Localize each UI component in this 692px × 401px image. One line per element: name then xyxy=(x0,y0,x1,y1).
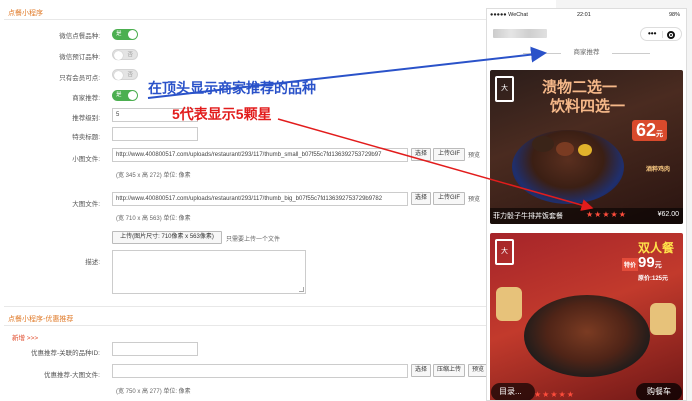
promo-line-2: 饮料四选一 xyxy=(550,98,626,115)
annotation-blue-text: 在顶头显示商家推荐的品种 xyxy=(148,80,316,96)
promo-large-image-label: 优惠推荐-大图文件: xyxy=(44,372,100,379)
price-tag-label: 特价 xyxy=(622,258,639,271)
price-badge-value: 62 xyxy=(636,120,657,140)
description-label: 描述: xyxy=(85,259,100,266)
toggle-state-text: 是 xyxy=(116,92,122,98)
toggle-knob xyxy=(128,30,137,39)
food-item-image xyxy=(532,136,554,152)
merchant-recommend-toggle[interactable]: 是 xyxy=(112,90,138,101)
large-image-url-input[interactable]: http://www.400800517.com/uploads/restaur… xyxy=(112,192,408,206)
promo-price-value: 99 xyxy=(638,254,655,271)
drink-image xyxy=(496,287,522,321)
more-icon[interactable]: ••• xyxy=(648,30,656,38)
members-only-label: 只有会员可点: xyxy=(59,75,100,82)
members-only-toggle[interactable]: 否 xyxy=(112,69,138,80)
promo-price-unit: 元 xyxy=(654,262,662,269)
section-divider xyxy=(4,19,546,20)
blurred-store-title xyxy=(493,29,547,38)
drink-image xyxy=(650,303,676,335)
admin-form-panel: 点餐小程序 微信点餐品种: 是 微信预订品种: 否 只有会员可点: 否 商家推荐… xyxy=(0,0,556,401)
large-image-preview-link[interactable]: 预览 xyxy=(468,194,480,203)
promo-line-1: 溃物二选一 xyxy=(542,79,618,96)
small-image-size-hint: (宽 345 x 高 272) 单位: 像素 xyxy=(116,173,191,179)
wechat-order-toggle[interactable]: 是 xyxy=(112,29,138,40)
merchant-recommend-heading: 商家推荐 xyxy=(487,46,686,60)
restaurant-logo: 大 xyxy=(495,239,514,265)
promo-item-id-input[interactable] xyxy=(112,342,198,356)
recommend-item-banner: 菲力骰子牛排丼饭套餐 ★★★★★ ¥62.00 xyxy=(490,208,683,224)
mini-program-nav-bar: ••• xyxy=(487,22,686,46)
toggle-state-text: 否 xyxy=(127,52,133,58)
section-divider xyxy=(4,306,546,307)
small-image-url-input[interactable]: http://www.400800517.com/uploads/restaur… xyxy=(112,148,408,162)
promo-large-image-url-input[interactable] xyxy=(112,364,408,378)
large-image-size-hint: (宽 710 x 高 563) 单位: 像素 xyxy=(116,216,191,222)
close-circle-icon[interactable] xyxy=(667,31,675,39)
large-image-choose-button[interactable]: 选择 xyxy=(411,192,431,205)
toggle-state-text: 否 xyxy=(127,72,133,78)
section-title-promo: 点餐小程序-优惠推荐 xyxy=(8,316,74,323)
menu-catalog-button[interactable]: 目录... xyxy=(491,383,535,400)
section-title-mini-program: 点餐小程序 xyxy=(8,10,43,17)
small-image-upload-gif-button[interactable]: 上传GIF xyxy=(433,148,465,161)
cart-button[interactable]: 购餐车 xyxy=(636,383,682,400)
food-item-image xyxy=(556,142,574,156)
promo-image-size-hint: (宽 750 x 高 277) 单位: 像素 xyxy=(116,389,191,395)
original-price: 原价:125元 xyxy=(638,276,669,282)
description-textarea[interactable] xyxy=(112,250,306,294)
price-badge-suffix: 元 xyxy=(656,131,664,138)
recommend-card-2[interactable]: 大 双人餐 特价 99元 原价:125元 ★★★★★ 目录... 购餐车 xyxy=(490,233,683,400)
mini-program-capsule[interactable]: ••• xyxy=(640,27,682,41)
promo-image-choose-button[interactable]: 选择 xyxy=(411,364,431,377)
side-text: 酒粹鸡肉 xyxy=(646,167,671,173)
battery-text: 98% xyxy=(668,12,680,18)
special-title-input[interactable] xyxy=(112,127,198,141)
wechat-reserve-toggle[interactable]: 否 xyxy=(112,49,138,60)
food-bowl-image xyxy=(512,130,624,204)
recommend-card-1[interactable]: 大 溃物二选一 饮料四选一 62元 酒粹鸡肉 菲力骰子牛排丼饭套餐 ★★★★★ … xyxy=(490,70,683,224)
promo-price: 99元 xyxy=(638,254,662,271)
resize-handle[interactable] xyxy=(299,287,304,292)
recommend-level-label: 推荐级别: xyxy=(72,115,100,122)
recommend-item-name: 菲力骰子牛排丼饭套餐 xyxy=(493,213,563,220)
capsule-divider xyxy=(662,31,663,38)
promo-image-compress-upload-button[interactable]: 压缩上传 xyxy=(433,364,465,377)
recommend-item-price: ¥62.00 xyxy=(657,211,679,218)
large-image-label: 大图文件: xyxy=(72,201,100,208)
special-title-label: 特卖标题: xyxy=(72,134,100,141)
wechat-order-label: 微信点餐品种: xyxy=(59,33,100,40)
toggle-knob xyxy=(128,91,137,100)
restaurant-logo: 大 xyxy=(495,76,514,102)
merchant-recommend-label: 商家推荐: xyxy=(72,95,100,102)
toggle-knob xyxy=(114,71,123,80)
add-new-link[interactable]: 新增 >>> xyxy=(12,332,38,342)
status-time: 22:01 xyxy=(577,12,591,18)
wechat-reserve-label: 微信预订品种: xyxy=(59,54,100,61)
carrier-text: ●●●●● WeChat xyxy=(490,12,528,18)
small-image-choose-button[interactable]: 选择 xyxy=(411,148,431,161)
rating-stars: ★★★★★ xyxy=(534,390,575,399)
rating-stars: ★★★★★ xyxy=(586,210,627,219)
upload-note: 只需要上传一个文件 xyxy=(226,237,281,243)
upload-image-button[interactable]: 上传(图片尺寸: 710像素 x 563像素) xyxy=(112,231,222,244)
annotation-red-text: 5代表显示5颗星 xyxy=(172,106,272,122)
phone-preview: ●●●●● WeChat 22:01 98% ••• 商家推荐 大 溃物二选一 … xyxy=(486,8,687,401)
small-image-preview-link[interactable]: 预览 xyxy=(468,150,480,159)
toggle-knob xyxy=(114,51,123,60)
section-divider xyxy=(4,325,546,326)
toggle-state-text: 是 xyxy=(116,31,122,37)
promo-item-id-label: 优惠推荐-关联的品种ID: xyxy=(31,350,100,357)
food-item-image xyxy=(578,144,592,156)
phone-status-bar: ●●●●● WeChat 22:01 98% xyxy=(487,9,686,22)
price-badge: 62元 xyxy=(632,120,668,141)
food-tray-image xyxy=(524,295,650,377)
large-image-upload-gif-button[interactable]: 上传GIF xyxy=(433,192,465,205)
small-image-label: 小图文件: xyxy=(72,156,100,163)
promo-image-preview-button[interactable]: 预览 xyxy=(468,364,488,377)
